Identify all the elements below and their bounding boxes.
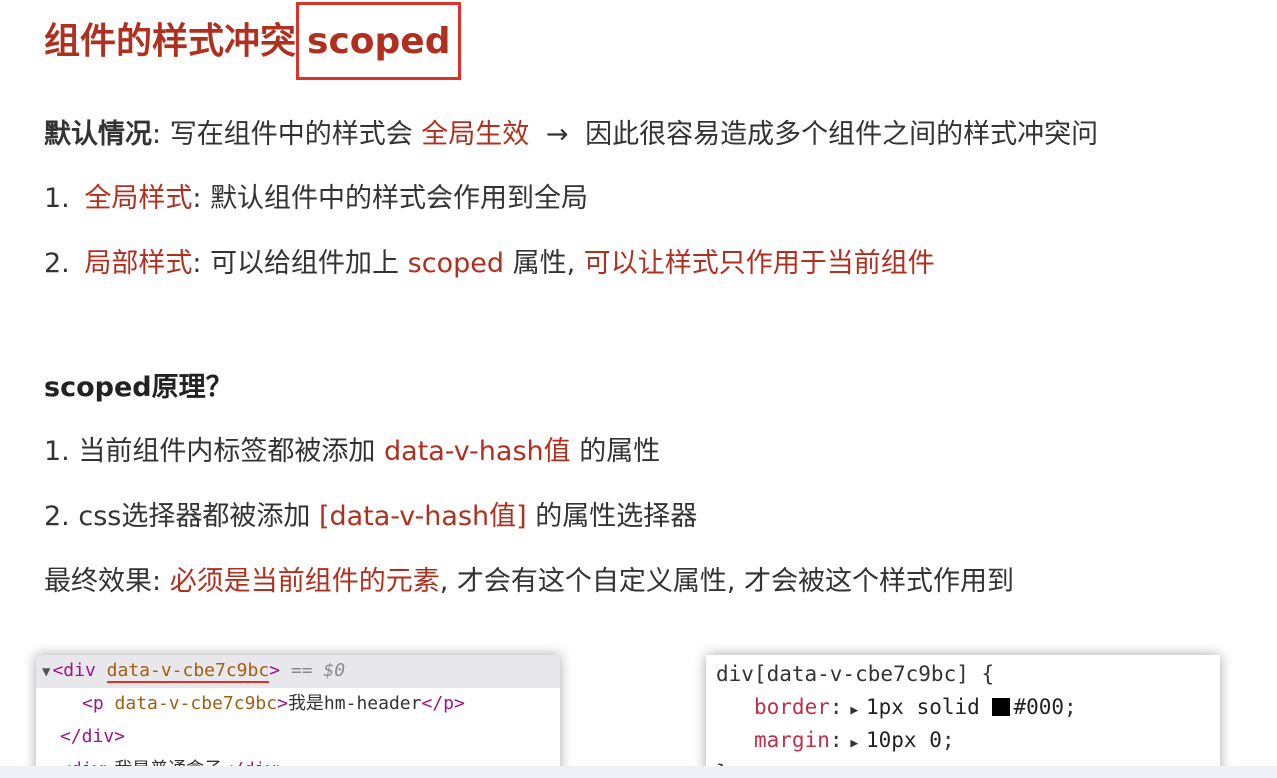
principle-item-2: 2. css选择器都被添加 [data-v-hash值] 的属性选择器 [44,497,697,537]
dom-row-p[interactable]: <p data-v-cbe7c9bc>我是hm-header</p> [36,688,560,721]
expand-triangle-icon[interactable]: ▶ [843,736,866,751]
css-color-value: #000 [1013,695,1065,719]
list-colon: : [192,183,202,214]
list-desc: 默认组件中的样式会作用到全局 [210,183,589,214]
selected-marker: == $0 [290,660,346,681]
css-decl-margin[interactable]: margin: ▶ 10px 0; [706,725,1220,758]
scoped-keyword: scoped [407,248,504,279]
intro-line: 默认情况: 写在组件中的样式会 全局生效 → 因此很容易造成多个组件之间的样式冲… [44,115,1098,155]
title-text: 组件的样式冲突 [44,21,297,62]
list-term: 局部样式 [84,248,193,279]
list-number: 2. [44,248,70,279]
page-title: 组件的样式冲突 scoped [44,2,462,80]
devtools-styles-panel: div[data-v-cbe7c9bc] { border: ▶ 1px sol… [706,655,1220,778]
tag-close: > [277,693,288,714]
scoped-highlight-box: scoped [296,2,462,80]
intro-text1: 写在组件中的样式会 [169,119,413,150]
scoped-principle-heading: scoped原理？ [44,372,233,403]
data-v-attribute: data-v-cbe7c9bc [106,660,270,683]
tag-text: 我是hm-header [287,693,422,714]
intro-label: 默认情况 [44,119,152,150]
final-effect-line: 最终效果: 必须是当前组件的元素, 才会有这个自定义属性, 才会被这个样式作用到 [44,562,1014,602]
list-item-local-style: 2. 局部样式: 可以给组件加上 scoped 属性, 可以让样式只作用于当前组… [44,244,935,284]
list-item-global-style: 1. 全局样式: 默认组件中的样式会作用到全局 [44,179,588,219]
dom-row-div-close[interactable]: </div> [36,721,560,754]
css-property: margin [754,728,830,752]
css-value: 1px solid [866,695,993,719]
list-number: 2. [44,501,70,532]
semicolon: ; [941,728,955,752]
dom-row-selected-div[interactable]: ▼ <div data-v-cbe7c9bc> == $0 [36,655,560,688]
semicolon: ; [1064,695,1077,719]
css-selector[interactable]: div[data-v-cbe7c9bc] { [706,655,1220,692]
css-value: 10px 0 [866,728,942,752]
list-number: 1. [44,436,70,467]
devtools-elements-panel: ▼ <div data-v-cbe7c9bc> == $0 <p data-v-c… [36,655,560,778]
intro-colon: : [152,119,162,150]
intro-arrow: → [545,119,569,150]
list-desc-mid: 属性, [512,248,576,279]
principle-text-post: 的属性 [579,436,661,467]
bottom-edge [0,766,1277,778]
css-decl-border[interactable]: border: ▶ 1px solid #000; [706,692,1220,725]
tag-end: </p> [421,693,465,714]
principle-text-post: 的属性选择器 [535,501,698,532]
tag-end: </div> [60,726,126,747]
final-highlight: 必须是当前组件的元素 [169,566,440,597]
principle-item-1: 1. 当前组件内标签都被添加 data-v-hash值 的属性 [44,432,660,472]
collapse-triangle-icon[interactable]: ▼ [42,664,50,680]
list-desc-highlight: 可以让样式只作用于当前组件 [583,248,935,279]
principle-highlight: data-v-hash值 [383,436,571,467]
list-term: 全局样式 [84,183,193,214]
principle-highlight: [data-v-hash值] [318,501,527,532]
final-label: 最终效果: [44,566,162,597]
list-colon: : [192,248,202,279]
css-property: border [754,695,830,719]
principle-text: 当前组件内标签都被添加 [78,436,376,467]
principle-text: css选择器都被添加 [78,501,311,532]
list-desc: 可以给组件加上 [210,248,400,279]
tag-open: <div [52,660,96,681]
list-number: 1. [44,183,70,214]
intro-text2: 因此很容易造成多个组件之间的样式冲突问 [585,119,1099,150]
color-swatch-icon[interactable] [992,698,1011,716]
final-rest: , 才会有这个自定义属性, 才会被这个样式作用到 [439,566,1015,597]
tag-close: > [269,660,281,681]
tag-open: <p [82,693,104,714]
expand-triangle-icon[interactable]: ▶ [843,703,866,718]
intro-highlight: 全局生效 [421,119,530,150]
data-v-attribute: data-v-cbe7c9bc [114,693,278,714]
